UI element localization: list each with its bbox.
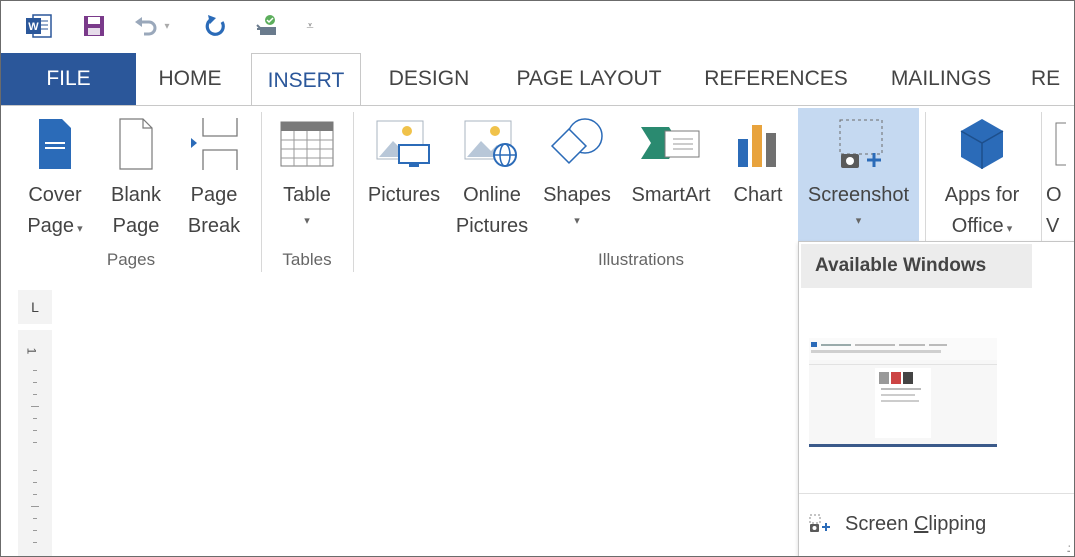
online-video-label-2: V: [1046, 215, 1060, 237]
ribbon-tabs: FILE HOME INSERT DESIGN PAGE LAYOUT REFE…: [1, 53, 1074, 107]
apps-for-office-icon: [931, 108, 1033, 180]
pictures-button[interactable]: Pictures: [361, 108, 447, 243]
word-app-icon[interactable]: W: [25, 11, 53, 41]
page-break-icon: [178, 108, 250, 180]
tab-file[interactable]: FILE: [1, 53, 136, 105]
online-pictures-icon: [453, 108, 531, 180]
tab-page-layout[interactable]: PAGE LAYOUT: [501, 53, 677, 105]
screenshot-dropdown: Available Windows Screen Clipping .:: [798, 241, 1074, 556]
ruler-tick: [33, 542, 37, 543]
ruler-tick: [33, 494, 37, 495]
customize-qat-icon[interactable]: ⩡: [303, 11, 317, 41]
ruler-tick: [31, 406, 39, 407]
screenshot-button[interactable]: Screenshot ▾: [798, 108, 919, 243]
ruler-marker: 1: [24, 347, 39, 355]
word-window: W ▾ ⩡ FILE HOME INSERT DESIGN PAGE LAYOU…: [0, 0, 1075, 557]
ruler-tick: [33, 470, 37, 471]
smartart-button[interactable]: SmartArt: [619, 108, 723, 243]
tab-insert[interactable]: INSERT: [251, 53, 361, 107]
ruler-tick: [33, 382, 37, 383]
online-video-button[interactable]: O V: [1046, 108, 1074, 243]
vertical-ruler: 1: [18, 330, 52, 556]
touch-mode-icon[interactable]: [253, 11, 285, 41]
cover-page-button[interactable]: Cover Page ▾: [19, 108, 91, 243]
smartart-label: SmartArt: [631, 184, 711, 206]
blank-page-button[interactable]: Blank Page: [101, 108, 171, 243]
table-icon: [269, 108, 345, 180]
screenshot-icon: [798, 108, 919, 180]
chart-button[interactable]: Chart: [725, 108, 791, 243]
undo-dropdown-icon[interactable]: ▾: [161, 11, 173, 41]
table-label: Table: [283, 184, 331, 206]
tab-design[interactable]: DESIGN: [373, 53, 485, 105]
group-label-tables: Tables: [282, 250, 332, 269]
pictures-label: Pictures: [367, 184, 441, 206]
group-separator: [353, 112, 354, 272]
screen-clipping-item[interactable]: Screen Clipping: [799, 494, 1074, 554]
ruler-tick: [33, 430, 37, 431]
page-break-label-2: Break: [187, 215, 241, 237]
apps-for-office-label-1: Apps for: [944, 184, 1020, 206]
online-pictures-button[interactable]: Online Pictures: [453, 108, 531, 243]
undo-icon[interactable]: [133, 11, 159, 41]
online-pictures-label-1: Online: [463, 184, 521, 206]
chart-icon: [725, 108, 791, 180]
apps-for-office-label-2: Office ▾: [951, 215, 1013, 237]
page-break-button[interactable]: Page Break: [178, 108, 250, 243]
online-video-label-1: O: [1046, 184, 1062, 206]
group-label-illustrations: Illustrations: [598, 250, 684, 269]
table-button[interactable]: Table ▾: [269, 108, 345, 243]
tab-review[interactable]: RE: [1031, 53, 1074, 105]
svg-text:W: W: [28, 21, 39, 33]
shapes-dropdown-icon: ▾: [574, 215, 580, 227]
resize-grip-icon[interactable]: .:: [1066, 541, 1070, 555]
available-window-thumbnail[interactable]: [809, 338, 997, 447]
available-windows-header: Available Windows: [801, 244, 1032, 288]
chart-label: Chart: [733, 184, 783, 206]
screenshot-dropdown-icon: ▾: [855, 215, 862, 227]
ruler-tick: [33, 370, 37, 371]
shapes-icon: [537, 108, 617, 180]
group-label-pages: Pages: [106, 250, 156, 269]
shapes-label: Shapes: [543, 184, 611, 206]
blank-page-label-2: Page: [112, 215, 160, 237]
ruler-tick: [33, 418, 37, 419]
ruler-tick: [31, 506, 39, 507]
screen-clipping-icon: [809, 514, 831, 534]
ruler-tick: [33, 530, 37, 531]
group-separator: [261, 112, 262, 272]
ruler-tick: [33, 394, 37, 395]
tab-home[interactable]: HOME: [136, 53, 244, 105]
ruler-tick: [33, 518, 37, 519]
cover-page-icon: [19, 108, 91, 180]
apps-for-office-button[interactable]: Apps for Office ▾: [931, 108, 1033, 243]
tab-selector[interactable]: L: [18, 290, 52, 324]
redo-icon[interactable]: [202, 11, 230, 41]
cover-page-label-2: Page ▾: [27, 215, 83, 237]
quick-access-toolbar: W ▾ ⩡: [1, 1, 1074, 51]
cover-page-label-1: Cover: [28, 184, 82, 206]
pictures-icon: [361, 108, 447, 180]
shapes-button[interactable]: Shapes ▾: [537, 108, 617, 243]
online-video-icon: [1046, 108, 1074, 180]
blank-page-label-1: Blank: [110, 184, 162, 206]
save-icon[interactable]: [81, 11, 107, 41]
table-dropdown-icon: ▾: [304, 215, 310, 227]
screenshot-label: Screenshot: [807, 184, 910, 206]
page-break-label-1: Page: [190, 184, 238, 206]
screen-clipping-label: Screen Clipping: [845, 512, 987, 535]
ruler-tick: [33, 442, 37, 443]
online-pictures-label-2: Pictures: [455, 215, 529, 237]
smartart-icon: [619, 108, 723, 180]
ruler-tick: [33, 482, 37, 483]
blank-page-icon: [101, 108, 171, 180]
tab-references[interactable]: REFERENCES: [695, 53, 857, 105]
tab-mailings[interactable]: MAILINGS: [873, 53, 1009, 105]
